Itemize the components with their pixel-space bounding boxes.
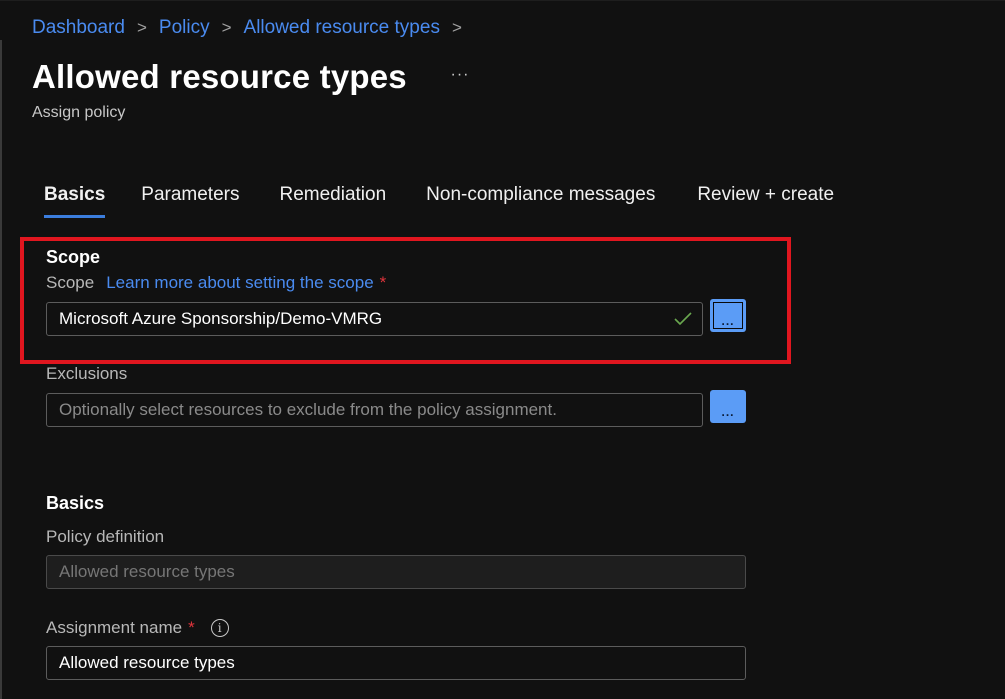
scope-section-heading: Scope <box>46 247 101 267</box>
policy-definition-value: Allowed resource types <box>59 562 235 581</box>
scope-value: Microsoft Azure Sponsorship/Demo-VMRG <box>59 309 383 328</box>
scope-highlight-box <box>20 237 791 364</box>
chevron-right-icon: > <box>136 18 147 37</box>
chevron-right-icon: > <box>221 18 232 37</box>
tab-non-compliance-messages[interactable]: Non-compliance messages <box>426 184 655 218</box>
assignment-name-value: Allowed resource types <box>59 653 235 672</box>
tab-basics[interactable]: Basics <box>44 184 106 218</box>
assignment-name-label-row: Assignment name * i <box>46 618 229 638</box>
top-border <box>0 0 1005 1</box>
chevron-right-icon: > <box>451 18 462 37</box>
tab-parameters[interactable]: Parameters <box>141 184 239 218</box>
exclusions-label-text: Exclusions <box>46 364 128 383</box>
scope-label-row: Scope Learn more about setting the scope… <box>46 273 386 293</box>
policy-definition-label-text: Policy definition <box>46 527 165 546</box>
breadcrumb-policy[interactable]: Policy <box>159 17 210 39</box>
checkmark-icon <box>674 312 692 326</box>
scope-input[interactable]: Microsoft Azure Sponsorship/Demo-VMRG <box>46 302 703 336</box>
exclusions-input[interactable]: Optionally select resources to exclude f… <box>46 393 703 427</box>
breadcrumb: Dashboard > Policy > Allowed resource ty… <box>32 17 474 39</box>
breadcrumb-dashboard[interactable]: Dashboard <box>32 17 125 39</box>
exclusions-label: Exclusions <box>46 364 127 384</box>
tab-bar: Basics Parameters Remediation Non-compli… <box>44 184 874 218</box>
page-subtitle: Assign policy <box>32 104 126 121</box>
exclusions-placeholder: Optionally select resources to exclude f… <box>59 400 557 419</box>
required-asterisk: * <box>188 618 195 637</box>
ellipsis-icon: ... <box>721 405 735 419</box>
breadcrumb-allowed-resource-types[interactable]: Allowed resource types <box>244 17 440 39</box>
page-title: Allowed resource types <box>32 58 407 95</box>
policy-definition-label: Policy definition <box>46 527 164 547</box>
exclusions-browse-button[interactable]: ... <box>710 390 746 423</box>
assignment-name-label: Assignment name <box>46 618 183 637</box>
scope-browse-button[interactable]: ... <box>710 299 746 332</box>
tab-review-create[interactable]: Review + create <box>697 184 834 218</box>
ellipsis-icon: ... <box>721 314 735 328</box>
scope-label: Scope <box>46 273 95 292</box>
more-options-button[interactable]: ··· <box>448 66 472 88</box>
ellipsis-icon: ··· <box>450 66 470 83</box>
required-asterisk: * <box>379 273 387 292</box>
basics-section-heading: Basics <box>46 493 105 513</box>
learn-more-scope-link[interactable]: Learn more about setting the scope <box>106 273 373 293</box>
assignment-name-input[interactable]: Allowed resource types <box>46 646 746 680</box>
policy-definition-input: Allowed resource types <box>46 555 746 589</box>
tab-remediation[interactable]: Remediation <box>279 184 386 218</box>
left-border <box>0 40 2 699</box>
info-icon[interactable]: i <box>210 619 229 637</box>
